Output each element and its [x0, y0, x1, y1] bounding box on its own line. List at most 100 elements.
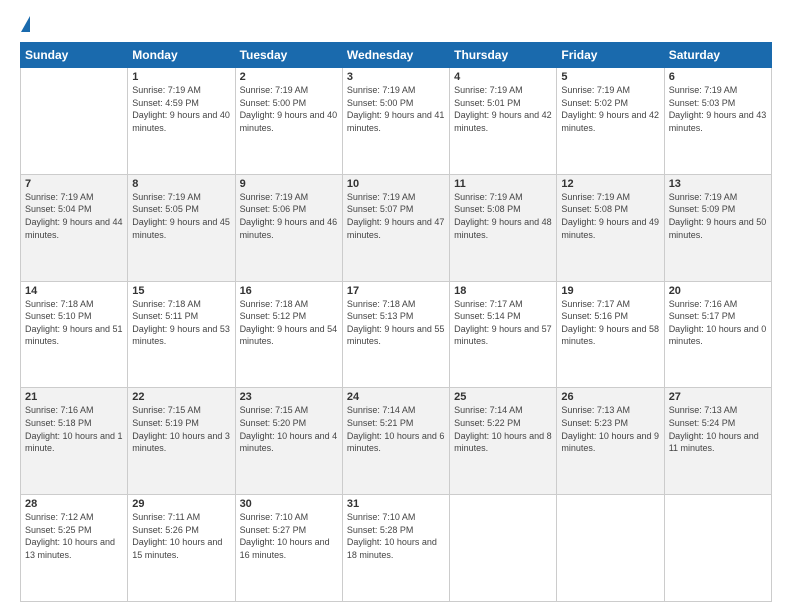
- day-info: Sunrise: 7:18 AMSunset: 5:12 PMDaylight:…: [240, 298, 338, 348]
- day-number: 12: [561, 178, 659, 190]
- calendar-day-header: Sunday: [21, 43, 128, 68]
- day-number: 30: [240, 498, 338, 510]
- calendar-cell: 31Sunrise: 7:10 AMSunset: 5:28 PMDayligh…: [342, 495, 449, 602]
- calendar-cell: 20Sunrise: 7:16 AMSunset: 5:17 PMDayligh…: [664, 281, 771, 388]
- day-info: Sunrise: 7:19 AMSunset: 5:02 PMDaylight:…: [561, 84, 659, 134]
- calendar-cell: 12Sunrise: 7:19 AMSunset: 5:08 PMDayligh…: [557, 174, 664, 281]
- day-info: Sunrise: 7:14 AMSunset: 5:21 PMDaylight:…: [347, 404, 445, 454]
- day-number: 31: [347, 498, 445, 510]
- day-number: 2: [240, 71, 338, 83]
- day-number: 6: [669, 71, 767, 83]
- day-info: Sunrise: 7:19 AMSunset: 5:08 PMDaylight:…: [561, 191, 659, 241]
- calendar-cell: 4Sunrise: 7:19 AMSunset: 5:01 PMDaylight…: [450, 68, 557, 175]
- calendar-cell: [664, 495, 771, 602]
- day-number: 24: [347, 391, 445, 403]
- day-info: Sunrise: 7:19 AMSunset: 5:09 PMDaylight:…: [669, 191, 767, 241]
- day-number: 10: [347, 178, 445, 190]
- day-number: 22: [132, 391, 230, 403]
- day-number: 4: [454, 71, 552, 83]
- day-number: 3: [347, 71, 445, 83]
- day-number: 15: [132, 285, 230, 297]
- day-number: 1: [132, 71, 230, 83]
- calendar-cell: 1Sunrise: 7:19 AMSunset: 4:59 PMDaylight…: [128, 68, 235, 175]
- calendar-cell: 17Sunrise: 7:18 AMSunset: 5:13 PMDayligh…: [342, 281, 449, 388]
- day-info: Sunrise: 7:19 AMSunset: 5:05 PMDaylight:…: [132, 191, 230, 241]
- day-number: 8: [132, 178, 230, 190]
- calendar-cell: [21, 68, 128, 175]
- day-info: Sunrise: 7:19 AMSunset: 5:08 PMDaylight:…: [454, 191, 552, 241]
- day-number: 13: [669, 178, 767, 190]
- day-number: 28: [25, 498, 123, 510]
- calendar-cell: [450, 495, 557, 602]
- day-info: Sunrise: 7:19 AMSunset: 5:00 PMDaylight:…: [347, 84, 445, 134]
- calendar-day-header: Monday: [128, 43, 235, 68]
- day-info: Sunrise: 7:15 AMSunset: 5:19 PMDaylight:…: [132, 404, 230, 454]
- day-number: 21: [25, 391, 123, 403]
- day-info: Sunrise: 7:10 AMSunset: 5:28 PMDaylight:…: [347, 511, 445, 561]
- day-number: 27: [669, 391, 767, 403]
- calendar-cell: 27Sunrise: 7:13 AMSunset: 5:24 PMDayligh…: [664, 388, 771, 495]
- calendar-cell: 15Sunrise: 7:18 AMSunset: 5:11 PMDayligh…: [128, 281, 235, 388]
- calendar-day-header: Saturday: [664, 43, 771, 68]
- day-info: Sunrise: 7:19 AMSunset: 5:07 PMDaylight:…: [347, 191, 445, 241]
- calendar-cell: 13Sunrise: 7:19 AMSunset: 5:09 PMDayligh…: [664, 174, 771, 281]
- day-info: Sunrise: 7:16 AMSunset: 5:18 PMDaylight:…: [25, 404, 123, 454]
- day-info: Sunrise: 7:14 AMSunset: 5:22 PMDaylight:…: [454, 404, 552, 454]
- calendar-cell: 14Sunrise: 7:18 AMSunset: 5:10 PMDayligh…: [21, 281, 128, 388]
- day-info: Sunrise: 7:17 AMSunset: 5:14 PMDaylight:…: [454, 298, 552, 348]
- calendar-cell: 6Sunrise: 7:19 AMSunset: 5:03 PMDaylight…: [664, 68, 771, 175]
- calendar-cell: 25Sunrise: 7:14 AMSunset: 5:22 PMDayligh…: [450, 388, 557, 495]
- day-info: Sunrise: 7:13 AMSunset: 5:23 PMDaylight:…: [561, 404, 659, 454]
- calendar-cell: 7Sunrise: 7:19 AMSunset: 5:04 PMDaylight…: [21, 174, 128, 281]
- calendar-day-header: Friday: [557, 43, 664, 68]
- calendar-week-row: 7Sunrise: 7:19 AMSunset: 5:04 PMDaylight…: [21, 174, 772, 281]
- day-info: Sunrise: 7:19 AMSunset: 5:06 PMDaylight:…: [240, 191, 338, 241]
- calendar-cell: [557, 495, 664, 602]
- calendar-week-row: 14Sunrise: 7:18 AMSunset: 5:10 PMDayligh…: [21, 281, 772, 388]
- calendar-week-row: 21Sunrise: 7:16 AMSunset: 5:18 PMDayligh…: [21, 388, 772, 495]
- calendar-cell: 26Sunrise: 7:13 AMSunset: 5:23 PMDayligh…: [557, 388, 664, 495]
- calendar-cell: 30Sunrise: 7:10 AMSunset: 5:27 PMDayligh…: [235, 495, 342, 602]
- day-number: 14: [25, 285, 123, 297]
- day-number: 25: [454, 391, 552, 403]
- day-info: Sunrise: 7:19 AMSunset: 5:01 PMDaylight:…: [454, 84, 552, 134]
- calendar-week-row: 28Sunrise: 7:12 AMSunset: 5:25 PMDayligh…: [21, 495, 772, 602]
- day-info: Sunrise: 7:13 AMSunset: 5:24 PMDaylight:…: [669, 404, 767, 454]
- calendar-cell: 16Sunrise: 7:18 AMSunset: 5:12 PMDayligh…: [235, 281, 342, 388]
- calendar-cell: 24Sunrise: 7:14 AMSunset: 5:21 PMDayligh…: [342, 388, 449, 495]
- calendar-cell: 18Sunrise: 7:17 AMSunset: 5:14 PMDayligh…: [450, 281, 557, 388]
- calendar-table: SundayMondayTuesdayWednesdayThursdayFrid…: [20, 42, 772, 602]
- day-number: 26: [561, 391, 659, 403]
- day-info: Sunrise: 7:18 AMSunset: 5:11 PMDaylight:…: [132, 298, 230, 348]
- header: [20, 16, 772, 32]
- day-number: 17: [347, 285, 445, 297]
- day-info: Sunrise: 7:11 AMSunset: 5:26 PMDaylight:…: [132, 511, 230, 561]
- day-info: Sunrise: 7:19 AMSunset: 4:59 PMDaylight:…: [132, 84, 230, 134]
- day-info: Sunrise: 7:19 AMSunset: 5:00 PMDaylight:…: [240, 84, 338, 134]
- day-number: 16: [240, 285, 338, 297]
- day-number: 19: [561, 285, 659, 297]
- calendar-header-row: SundayMondayTuesdayWednesdayThursdayFrid…: [21, 43, 772, 68]
- calendar-cell: 10Sunrise: 7:19 AMSunset: 5:07 PMDayligh…: [342, 174, 449, 281]
- day-info: Sunrise: 7:19 AMSunset: 5:04 PMDaylight:…: [25, 191, 123, 241]
- calendar-cell: 22Sunrise: 7:15 AMSunset: 5:19 PMDayligh…: [128, 388, 235, 495]
- day-number: 29: [132, 498, 230, 510]
- calendar-cell: 29Sunrise: 7:11 AMSunset: 5:26 PMDayligh…: [128, 495, 235, 602]
- day-number: 9: [240, 178, 338, 190]
- calendar-day-header: Wednesday: [342, 43, 449, 68]
- calendar-cell: 21Sunrise: 7:16 AMSunset: 5:18 PMDayligh…: [21, 388, 128, 495]
- logo-triangle-icon: [21, 16, 30, 32]
- calendar-cell: 11Sunrise: 7:19 AMSunset: 5:08 PMDayligh…: [450, 174, 557, 281]
- day-info: Sunrise: 7:16 AMSunset: 5:17 PMDaylight:…: [669, 298, 767, 348]
- logo: [20, 16, 30, 32]
- calendar-cell: 28Sunrise: 7:12 AMSunset: 5:25 PMDayligh…: [21, 495, 128, 602]
- day-number: 18: [454, 285, 552, 297]
- calendar-cell: 19Sunrise: 7:17 AMSunset: 5:16 PMDayligh…: [557, 281, 664, 388]
- day-number: 11: [454, 178, 552, 190]
- day-info: Sunrise: 7:17 AMSunset: 5:16 PMDaylight:…: [561, 298, 659, 348]
- day-info: Sunrise: 7:19 AMSunset: 5:03 PMDaylight:…: [669, 84, 767, 134]
- calendar-day-header: Thursday: [450, 43, 557, 68]
- calendar-cell: 9Sunrise: 7:19 AMSunset: 5:06 PMDaylight…: [235, 174, 342, 281]
- calendar-cell: 2Sunrise: 7:19 AMSunset: 5:00 PMDaylight…: [235, 68, 342, 175]
- calendar-week-row: 1Sunrise: 7:19 AMSunset: 4:59 PMDaylight…: [21, 68, 772, 175]
